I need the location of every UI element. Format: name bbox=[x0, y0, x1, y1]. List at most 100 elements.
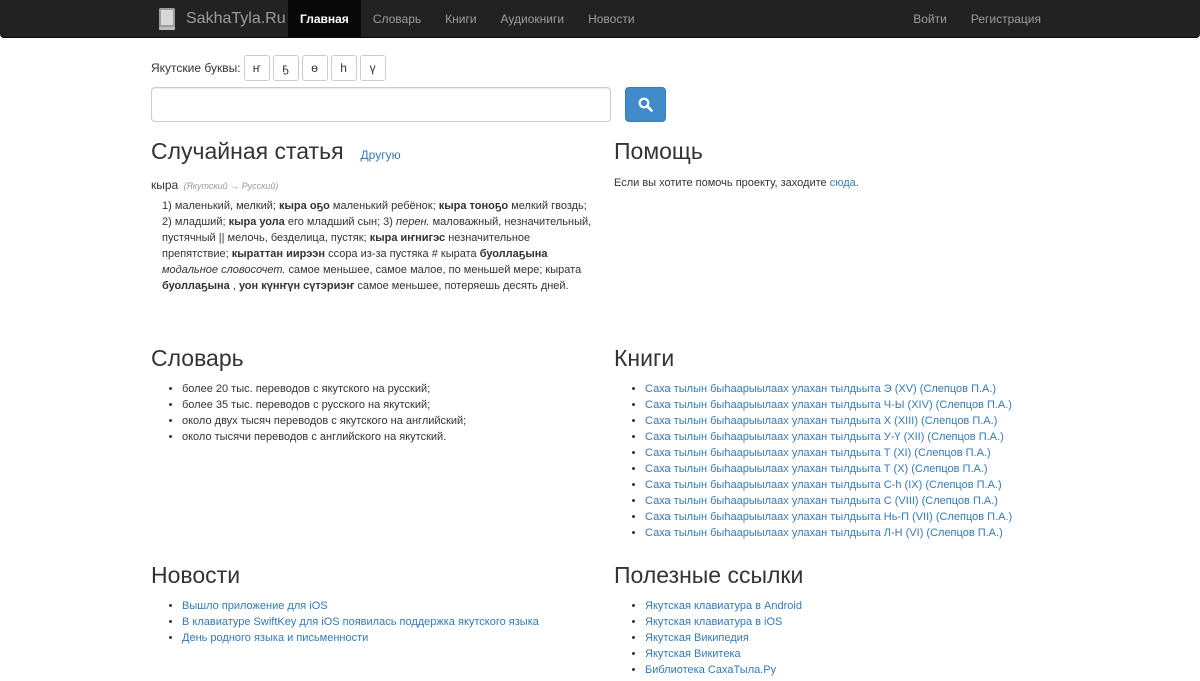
definition-note: модальное словосочет. bbox=[162, 264, 286, 276]
list-item: Саха тылын быһаарыылаах улахан тылдьыта … bbox=[645, 445, 1054, 461]
help-text: Если вы хотите помочь проекту, заходите … bbox=[614, 177, 1054, 189]
list-item: Якутская клавиатура в iOS bbox=[645, 614, 1054, 630]
search-button[interactable] bbox=[625, 87, 666, 122]
other-article-link[interactable]: Другую bbox=[361, 148, 401, 162]
top-navbar: SakhaTyla.Ru Главная Словарь Книги Аудио… bbox=[0, 0, 1200, 38]
book-link[interactable]: Саха тылын быһаарыылаах улахан тылдьыта … bbox=[645, 447, 991, 459]
news-link[interactable]: В клавиатуре SwiftKey для iOS появилась … bbox=[182, 616, 539, 628]
help-text-body: Если вы хотите помочь проекту, заходите bbox=[614, 177, 830, 189]
useful-links-title: Полезные ссылки bbox=[614, 562, 804, 588]
list-item: Саха тылын быһаарыылаах улахан тылдьыта … bbox=[645, 381, 1054, 397]
definition-text: маленький ребёнок; bbox=[329, 200, 439, 212]
definition-term: кыра оҕо bbox=[279, 200, 330, 212]
help-link[interactable]: сюда bbox=[830, 177, 856, 189]
list-item: Саха тылын быһаарыылаах улахан тылдьыта … bbox=[645, 525, 1054, 541]
main-nav: Главная Словарь Книги Аудиокниги Новости bbox=[288, 0, 647, 37]
list-item: Саха тылын быһаарыылаах улахан тылдьыта … bbox=[645, 477, 1054, 493]
letter-button-ue[interactable]: ү bbox=[359, 55, 386, 81]
random-article-section: Случайная статья Другую кыра (Якутский →… bbox=[151, 138, 591, 294]
book-link[interactable]: Саха тылын быһаарыылаах улахан тылдьыта … bbox=[645, 479, 1002, 491]
letter-button-gh[interactable]: ҕ bbox=[272, 55, 299, 81]
definition-term: кыра уола bbox=[228, 216, 285, 228]
book-link[interactable]: Саха тылын быһаарыылаах улахан тылдьыта … bbox=[645, 383, 996, 395]
help-text-suffix: . bbox=[855, 177, 859, 189]
book-link[interactable]: Саха тылын быһаарыылаах улахан тылдьыта … bbox=[645, 495, 998, 507]
list-item: более 35 тыс. переводов с русского на як… bbox=[182, 397, 591, 413]
brand-link[interactable]: SakhaTyla.Ru bbox=[157, 0, 286, 37]
useful-link[interactable]: Якутская Викитека bbox=[645, 648, 741, 660]
help-title: Помощь bbox=[614, 138, 703, 164]
news-link[interactable]: День родного языка и письменности bbox=[182, 632, 368, 644]
list-item: Якутская Викитека bbox=[645, 646, 1054, 662]
dictionary-section: Словарь более 20 тыс. переводов с якутск… bbox=[151, 345, 591, 445]
definition-text: его младший сын; 3) bbox=[284, 216, 397, 228]
useful-links-list: Якутская клавиатура в Android Якутская к… bbox=[614, 598, 1054, 678]
books-title: Книги bbox=[614, 345, 675, 371]
list-item: Саха тылын быһаарыылаах улахан тылдьыта … bbox=[645, 413, 1054, 429]
letter-button-ng[interactable]: ҥ bbox=[243, 55, 270, 81]
help-section: Помощь Если вы хотите помочь проекту, за… bbox=[614, 138, 1054, 189]
list-item: Саха тылын быһаарыылаах улахан тылдьыта … bbox=[645, 429, 1054, 445]
letter-button-oe[interactable]: ө bbox=[301, 55, 328, 81]
yakut-letters-label: Якутские буквы: bbox=[151, 61, 241, 75]
random-article-title: Случайная статья bbox=[151, 138, 344, 164]
dictionary-title: Словарь bbox=[151, 345, 244, 371]
useful-link[interactable]: Якутская клавиатура в iOS bbox=[645, 616, 782, 628]
nav-item-register[interactable]: Регистрация bbox=[959, 0, 1053, 37]
brand-name: SakhaTyla.Ru bbox=[186, 9, 286, 27]
news-link[interactable]: Вышло приложение для iOS bbox=[182, 600, 328, 612]
definition-term: кыра иҥнигэс bbox=[369, 232, 446, 244]
list-item: Вышло приложение для iOS bbox=[182, 598, 591, 614]
list-item: Саха тылын быһаарыылаах улахан тылдьыта … bbox=[645, 509, 1054, 525]
definition-term: кыраттан иирээн bbox=[231, 248, 326, 260]
nav-item-home[interactable]: Главная bbox=[288, 0, 361, 37]
books-list: Саха тылын быһаарыылаах улахан тылдьыта … bbox=[614, 381, 1054, 541]
definition-term: кыра тоноҕо bbox=[438, 200, 509, 212]
article-definition: 1) маленький, мелкий; кыра оҕо маленький… bbox=[162, 198, 592, 294]
definition-text: 1) маленький, мелкий; bbox=[162, 200, 280, 212]
useful-link[interactable]: Якутская Википедия bbox=[645, 632, 749, 644]
definition-text: самое меньшее, самое малое, по меньшей м… bbox=[285, 264, 582, 276]
article-word: кыра bbox=[151, 178, 179, 192]
nav-item-news[interactable]: Новости bbox=[576, 0, 646, 37]
nav-item-dictionary[interactable]: Словарь bbox=[361, 0, 433, 37]
dictionary-list: более 20 тыс. переводов с якутского на р… bbox=[151, 381, 591, 445]
list-item: Якутская клавиатура в Android bbox=[645, 598, 1054, 614]
useful-link[interactable]: Якутская клавиатура в Android bbox=[645, 600, 802, 612]
account-nav: Войти Регистрация bbox=[901, 0, 1053, 37]
list-item: Саха тылын быһаарыылаах улахан тылдьыта … bbox=[645, 397, 1054, 413]
search-input[interactable] bbox=[151, 87, 611, 122]
news-list: Вышло приложение для iOS В клавиатуре Sw… bbox=[151, 598, 591, 646]
search-icon bbox=[638, 97, 653, 112]
useful-link[interactable]: Библиотека СахаТыла.Ру bbox=[645, 664, 776, 676]
book-link[interactable]: Саха тылын быһаарыылаах улахан тылдьыта … bbox=[645, 399, 1012, 411]
definition-term: буоллаҕына bbox=[479, 248, 548, 260]
list-item: около двух тысяч переводов с якутского н… bbox=[182, 413, 591, 429]
nav-item-books[interactable]: Книги bbox=[433, 0, 488, 37]
definition-term: буоллаҕына bbox=[162, 280, 230, 292]
news-section: Новости Вышло приложение для iOS В клави… bbox=[151, 562, 591, 646]
book-link[interactable]: Саха тылын быһаарыылаах улахан тылдьыта … bbox=[645, 431, 1004, 443]
book-link[interactable]: Саха тылын быһаарыылаах улахан тылдьыта … bbox=[645, 463, 988, 475]
list-item: Якутская Википедия bbox=[645, 630, 1054, 646]
nav-item-audiobooks[interactable]: Аудиокниги bbox=[489, 0, 577, 37]
definition-note: перен. bbox=[396, 216, 430, 228]
list-item: около тысячи переводов с английского на … bbox=[182, 429, 591, 445]
list-item: В клавиатуре SwiftKey для iOS появилась … bbox=[182, 614, 591, 630]
yakut-letters-bar: Якутские буквы: ҥ ҕ ө һ ү bbox=[151, 55, 389, 81]
list-item: День родного языка и письменности bbox=[182, 630, 591, 646]
definition-text: самое меньшее, потеряешь десять дней. bbox=[354, 280, 569, 292]
list-item: более 20 тыс. переводов с якутского на р… bbox=[182, 381, 591, 397]
book-link[interactable]: Саха тылын быһаарыылаах улахан тылдьыта … bbox=[645, 511, 1012, 523]
list-item: Библиотека СахаТыла.Ру bbox=[645, 662, 1054, 678]
definition-text: ссора из-за пустяка # кырата bbox=[325, 248, 480, 260]
news-title: Новости bbox=[151, 562, 241, 588]
books-section: Книги Саха тылын быһаарыылаах улахан тыл… bbox=[614, 345, 1054, 541]
useful-links-section: Полезные ссылки Якутская клавиатура в An… bbox=[614, 562, 1054, 678]
book-icon bbox=[159, 7, 175, 30]
list-item: Саха тылын быһаарыылаах улахан тылдьыта … bbox=[645, 493, 1054, 509]
letter-button-h[interactable]: һ bbox=[330, 55, 357, 81]
nav-item-login[interactable]: Войти bbox=[901, 0, 959, 37]
book-link[interactable]: Саха тылын быһаарыылаах улахан тылдьыта … bbox=[645, 415, 997, 427]
book-link[interactable]: Саха тылын быһаарыылаах улахан тылдьыта … bbox=[645, 527, 1003, 539]
